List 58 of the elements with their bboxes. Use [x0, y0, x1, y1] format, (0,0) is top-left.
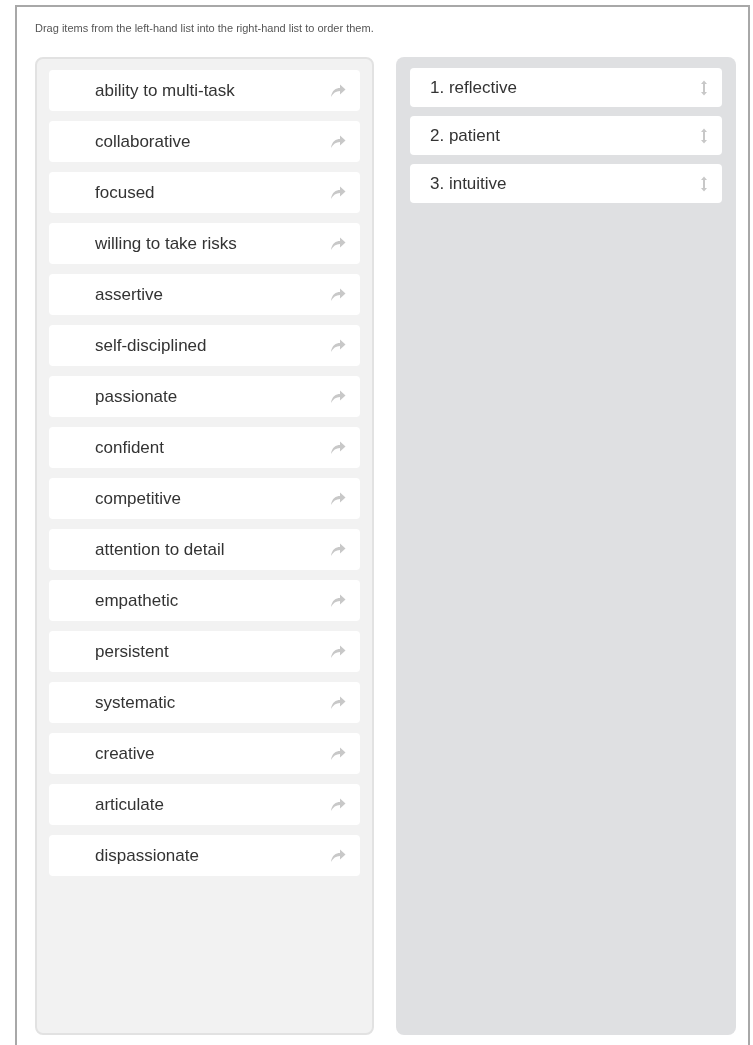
ranked-item[interactable]: 3. intuitive — [410, 164, 722, 203]
curved-arrow-icon[interactable] — [330, 287, 346, 302]
draggable-item[interactable]: empathetic — [49, 580, 360, 621]
curved-arrow-icon[interactable] — [330, 797, 346, 812]
up-down-arrow-icon[interactable] — [700, 79, 708, 96]
item-label: 3. intuitive — [430, 173, 507, 194]
item-label: self-disciplined — [95, 335, 207, 356]
item-label: 2. patient — [430, 125, 500, 146]
curved-arrow-icon[interactable] — [330, 542, 346, 557]
draggable-item[interactable]: attention to detail — [49, 529, 360, 570]
curved-arrow-icon[interactable] — [330, 440, 346, 455]
item-label: collaborative — [95, 131, 191, 152]
curved-arrow-icon[interactable] — [330, 338, 346, 353]
curved-arrow-icon[interactable] — [330, 134, 346, 149]
up-down-arrow-icon[interactable] — [700, 175, 708, 192]
item-label: focused — [95, 182, 155, 203]
draggable-item[interactable]: competitive — [49, 478, 360, 519]
curved-arrow-icon[interactable] — [330, 746, 346, 761]
item-label: confident — [95, 437, 164, 458]
draggable-item[interactable]: assertive — [49, 274, 360, 315]
curved-arrow-icon[interactable] — [330, 389, 346, 404]
ranked-item[interactable]: 2. patient — [410, 116, 722, 155]
item-label: creative — [95, 743, 155, 764]
curved-arrow-icon[interactable] — [330, 593, 346, 608]
item-label: empathetic — [95, 590, 179, 611]
item-label: assertive — [95, 284, 164, 305]
item-label: passionate — [95, 386, 178, 407]
item-label: persistent — [95, 641, 169, 662]
ranked-item[interactable]: 1. reflective — [410, 68, 722, 107]
item-label: systematic — [95, 692, 176, 713]
draggable-item[interactable]: dispassionate — [49, 835, 360, 876]
draggable-item[interactable]: ability to multi-task — [49, 70, 360, 111]
draggable-item[interactable]: articulate — [49, 784, 360, 825]
draggable-item[interactable]: willing to take risks — [49, 223, 360, 264]
item-label: dispassionate — [95, 845, 199, 866]
draggable-item[interactable]: confident — [49, 427, 360, 468]
item-label: ability to multi-task — [95, 80, 235, 101]
curved-arrow-icon[interactable] — [330, 185, 346, 200]
item-label: competitive — [95, 488, 181, 509]
draggable-item[interactable]: systematic — [49, 682, 360, 723]
item-label: 1. reflective — [430, 77, 517, 98]
draggable-item[interactable]: self-disciplined — [49, 325, 360, 366]
draggable-item[interactable]: passionate — [49, 376, 360, 417]
curved-arrow-icon[interactable] — [330, 83, 346, 98]
curved-arrow-icon[interactable] — [330, 644, 346, 659]
draggable-item[interactable]: focused — [49, 172, 360, 213]
draggable-item[interactable]: persistent — [49, 631, 360, 672]
item-label: attention to detail — [95, 539, 225, 560]
curved-arrow-icon[interactable] — [330, 848, 346, 863]
curved-arrow-icon[interactable] — [330, 236, 346, 251]
instruction-text: Drag items from the left-hand list into the right-hand list to order them. — [34, 21, 375, 35]
draggable-item[interactable]: creative — [49, 733, 360, 774]
up-down-arrow-icon[interactable] — [700, 127, 708, 144]
curved-arrow-icon[interactable] — [330, 695, 346, 710]
draggable-item[interactable]: collaborative — [49, 121, 360, 162]
item-label: articulate — [95, 794, 164, 815]
item-label: willing to take risks — [95, 233, 237, 254]
curved-arrow-icon[interactable] — [330, 491, 346, 506]
